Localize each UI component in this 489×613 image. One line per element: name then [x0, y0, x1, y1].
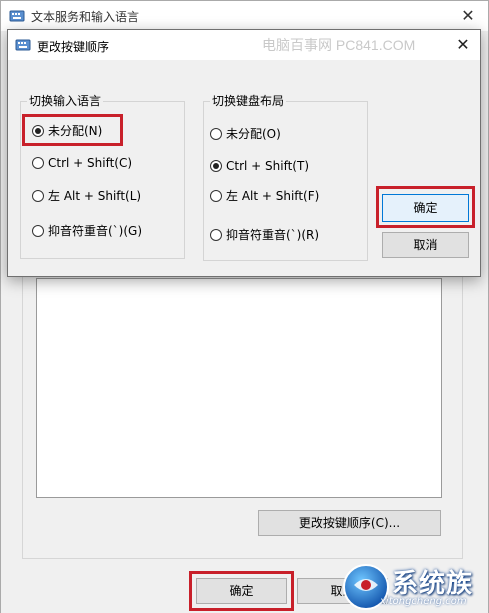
radio-icon[interactable] [210, 190, 222, 202]
radio-icon[interactable] [32, 225, 44, 237]
switch-keyboard-layout-legend: 切换键盘布局 [210, 94, 287, 108]
dialog-watermark: 电脑百事网 PC841.COM [262, 37, 416, 53]
dialog-close-icon[interactable]: ✕ [449, 32, 477, 58]
radio-lang-alt-shift[interactable]: 左 Alt + Shift(L) [32, 187, 141, 205]
radio-kbd-grave[interactable]: 抑音符重音(`)(R) [210, 226, 319, 244]
radio-icon[interactable] [210, 229, 222, 241]
radio-lang-alt-shift-label: 左 Alt + Shift(L) [48, 189, 142, 203]
dialog-title: 更改按键顺序 [37, 40, 110, 54]
change-key-sequence-button[interactable]: 更改按键顺序(C)... [258, 510, 441, 536]
switch-input-language-legend: 切换输入语言 [27, 94, 104, 108]
watermark-logo-url: xitongcheng.com [380, 596, 467, 607]
radio-lang-grave-label: 抑音符重音(`)(G) [48, 224, 143, 238]
keyboard-language-icon [9, 10, 25, 22]
radio-kbd-unassigned[interactable]: 未分配(O) [210, 125, 281, 143]
keyboard-language-icon [15, 39, 31, 51]
hotkey-list[interactable] [36, 278, 442, 498]
background-window-title: 文本服务和输入语言 [31, 10, 140, 24]
radio-kbd-unassigned-label: 未分配(O) [226, 127, 281, 141]
dialog-cancel-button[interactable]: 取消 [382, 232, 469, 258]
background-ok-button[interactable]: 确定 [196, 578, 287, 604]
radio-kbd-grave-label: 抑音符重音(`)(R) [226, 228, 320, 242]
background-titlebar: 文本服务和输入语言 ✕ [1, 1, 488, 31]
dialog-titlebar: 更改按键顺序 电脑百事网 PC841.COM ✕ [8, 30, 480, 60]
radio-lang-unassigned[interactable]: 未分配(N) [32, 122, 102, 140]
radio-checked-icon[interactable] [210, 160, 222, 172]
radio-icon[interactable] [32, 157, 44, 169]
radio-lang-grave[interactable]: 抑音符重音(`)(G) [32, 222, 142, 240]
radio-lang-unassigned-label: 未分配(N) [48, 124, 103, 138]
dialog-ok-button[interactable]: 确定 [382, 194, 469, 222]
radio-icon[interactable] [210, 128, 222, 140]
radio-lang-ctrl-shift[interactable]: Ctrl + Shift(C) [32, 154, 132, 172]
radio-checked-icon[interactable] [32, 125, 44, 137]
radio-kbd-alt-shift[interactable]: 左 Alt + Shift(F) [210, 187, 319, 205]
radio-icon[interactable] [32, 190, 44, 202]
background-close-icon[interactable]: ✕ [453, 3, 483, 29]
change-key-sequence-dialog: 更改按键顺序 电脑百事网 PC841.COM ✕ 切换输入语言 未分配(N) C… [7, 29, 481, 277]
radio-kbd-alt-shift-label: 左 Alt + Shift(F) [226, 189, 320, 203]
radio-lang-ctrl-shift-label: Ctrl + Shift(C) [48, 156, 133, 170]
radio-kbd-ctrl-shift-label: Ctrl + Shift(T) [226, 159, 310, 173]
radio-kbd-ctrl-shift[interactable]: Ctrl + Shift(T) [210, 157, 309, 175]
watermark-logo-text: 系统族 [392, 569, 474, 599]
